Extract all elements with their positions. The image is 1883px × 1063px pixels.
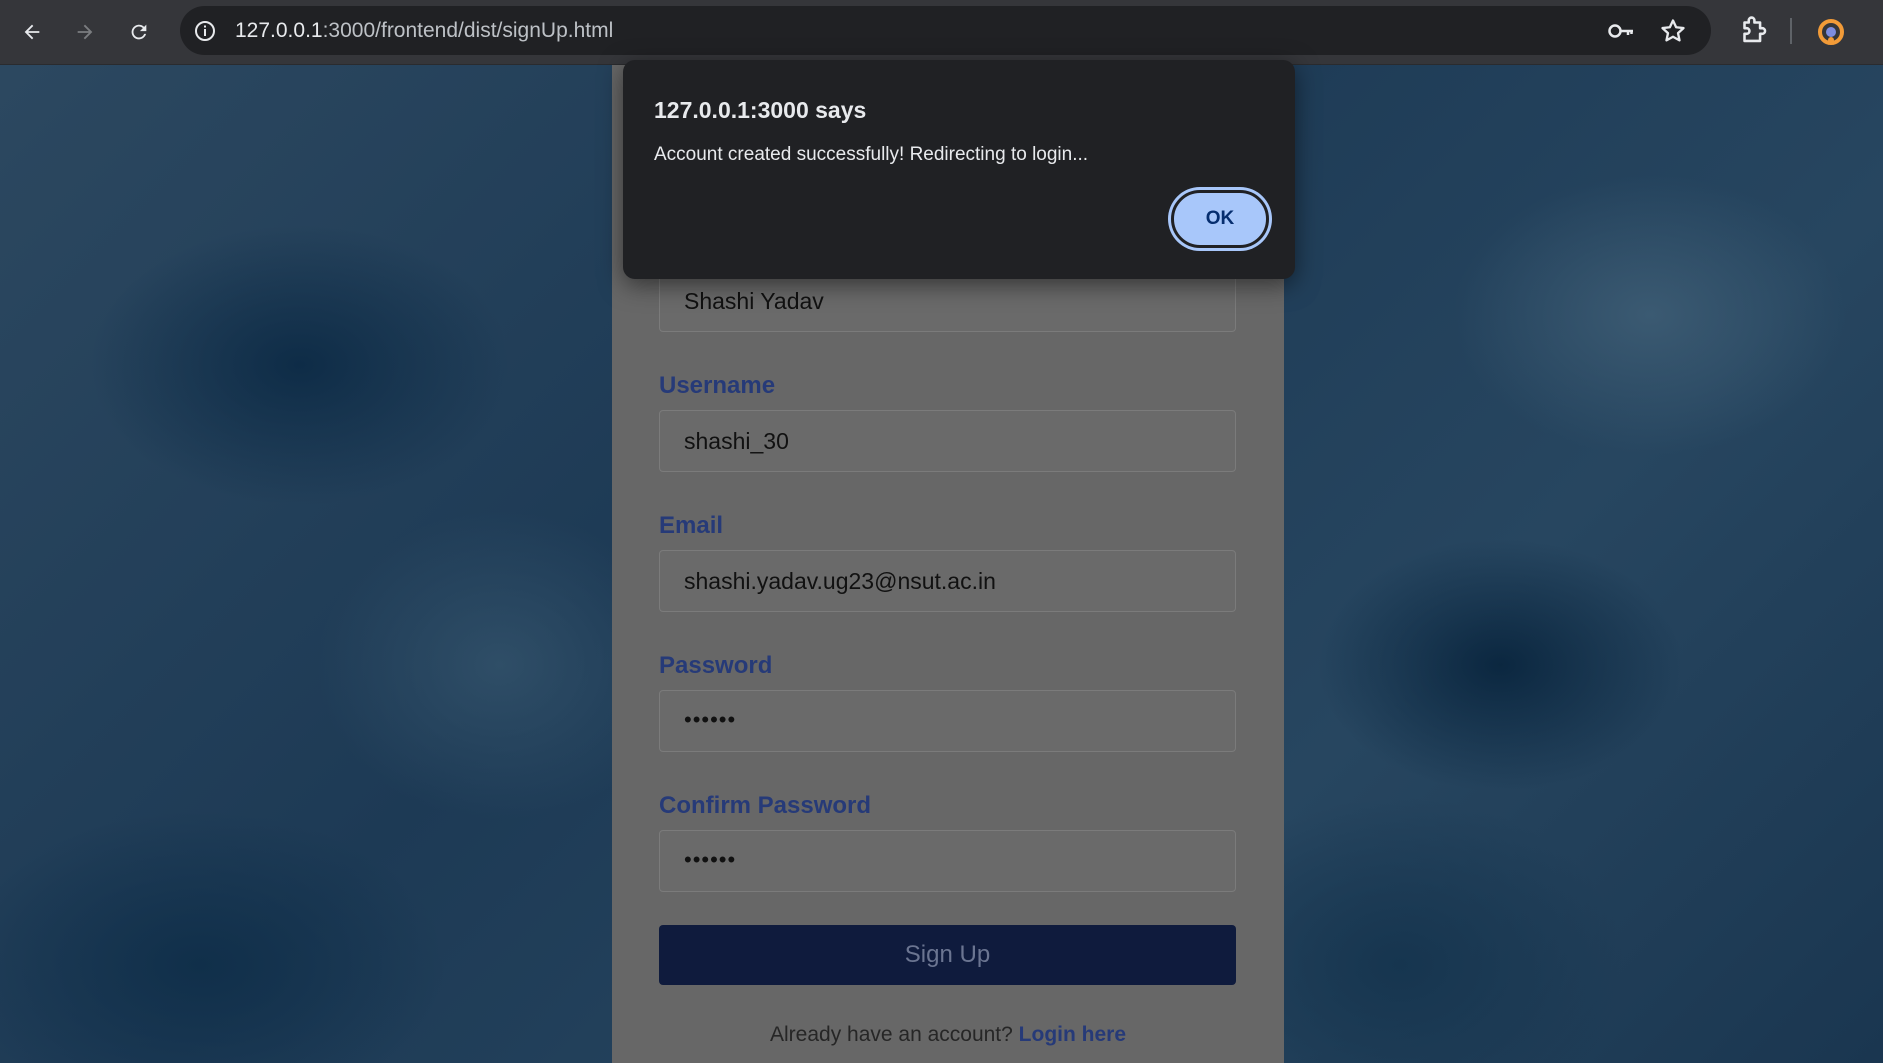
username-field[interactable]: shashi_30 [659, 410, 1236, 472]
reload-icon [131, 24, 147, 40]
site-info-icon[interactable] [192, 18, 218, 44]
confirm-password-field[interactable]: •••••• [659, 830, 1236, 892]
ok-button[interactable]: OK [1171, 190, 1269, 248]
password-label: Password [659, 652, 773, 679]
email-label: Email [659, 512, 724, 539]
alert-dialog: 127.0.0.1:3000 says Account created succ… [623, 60, 1295, 279]
key-icon[interactable] [1607, 18, 1635, 44]
login-prompt-text: Already have an account? [769, 1023, 1013, 1046]
dialog-message: Account created successfully! Redirectin… [654, 144, 1089, 165]
address-bar[interactable]: 127.0.0.1:3000/frontend/dist/signUp.html [180, 6, 1711, 55]
back-button[interactable] [14, 14, 50, 50]
password-field[interactable]: •••••• [659, 690, 1236, 752]
confirm-password-value: •••••• [684, 847, 737, 872]
login-link[interactable]: Login here [1019, 1023, 1126, 1046]
username-label: Username [659, 372, 776, 399]
arrow-right-icon [77, 24, 93, 40]
username-value: shashi_30 [684, 428, 789, 454]
ok-button-label: OK [1205, 208, 1235, 229]
fullname-value: Shashi Yadav [684, 288, 824, 314]
password-value: •••••• [684, 707, 737, 732]
arrow-left-icon [24, 24, 40, 40]
profile-avatar-icon[interactable] [1815, 16, 1847, 48]
dialog-title: 127.0.0.1:3000 says [654, 97, 867, 123]
url-text[interactable]: 127.0.0.1:3000/frontend/dist/signUp.html [235, 19, 613, 43]
browser-toolbar: 127.0.0.1:3000/frontend/dist/signUp.html [0, 0, 1883, 65]
signup-button[interactable]: Sign Up [659, 925, 1236, 985]
reload-button[interactable] [121, 14, 157, 50]
fullname-field[interactable]: Shashi Yadav [659, 270, 1236, 332]
email-value: shashi.yadav.ug23@nsut.ac.in [684, 568, 996, 594]
url-host: 127.0.0.1 [235, 19, 323, 42]
confirm-password-label: Confirm Password [659, 792, 872, 819]
url-path: :3000/frontend/dist/signUp.html [322, 19, 614, 42]
login-prompt: Already have an account? Login here [612, 1023, 1284, 1047]
bookmark-star-icon[interactable] [1659, 17, 1687, 45]
email-field[interactable]: shashi.yadav.ug23@nsut.ac.in [659, 550, 1236, 612]
signup-button-label: Sign Up [904, 941, 991, 968]
forward-button[interactable] [67, 14, 103, 50]
extensions-icon[interactable] [1736, 14, 1770, 48]
toolbar-divider [1790, 18, 1792, 44]
